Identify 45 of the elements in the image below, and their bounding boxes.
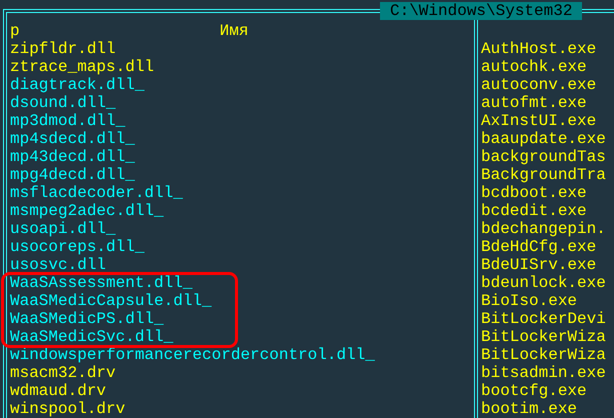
file-name[interactable]: winspool.drv	[10, 400, 126, 418]
column-header[interactable]: Имя	[220, 22, 248, 40]
file-name[interactable]: usocoreps.dll_	[10, 238, 144, 256]
file-name[interactable]: BitLockerDevi	[481, 310, 606, 328]
file-name[interactable]: usosvc.dll	[10, 256, 106, 274]
file-name[interactable]: mp4sdecd.dll_	[10, 130, 135, 148]
file-name[interactable]: usoapi.dll_	[10, 220, 116, 238]
file-name[interactable]: bitsadmin.exe	[481, 364, 606, 382]
file-name[interactable]: BackgroundTra	[481, 166, 606, 184]
file-name[interactable]: baaupdate.exe	[481, 130, 606, 148]
file-name[interactable]: WaaSMedicPS.dll_	[10, 310, 164, 328]
file-name[interactable]: msflacdecoder.dll_	[10, 184, 183, 202]
file-name[interactable]: ztrace_maps.dll	[10, 58, 154, 76]
file-name[interactable]: BitLockerWiza	[481, 346, 606, 364]
file-name[interactable]: bcdedit.exe	[481, 202, 587, 220]
file-name[interactable]: autofmt.exe	[481, 94, 587, 112]
file-name[interactable]: BitLockerWiza	[481, 328, 606, 346]
file-name[interactable]: bootim.exe	[481, 400, 578, 418]
file-name[interactable]: dsound.dll_	[10, 94, 116, 112]
file-name[interactable]: backgroundTas	[481, 148, 606, 166]
file-name[interactable]: mpg4decd.dll_	[10, 166, 135, 184]
file-name[interactable]: zipfldr.dll	[10, 40, 116, 58]
file-name[interactable]: BdeHdCfg.exe	[481, 238, 596, 256]
file-name[interactable]: BdeUISrv.exe	[481, 256, 596, 274]
file-name[interactable]: AuthHost.exe	[481, 40, 596, 58]
file-name[interactable]: bootcfg.exe	[481, 382, 587, 400]
file-name[interactable]: WaaSAssessment.dll_	[10, 274, 192, 292]
file-name[interactable]: bdeunlock.exe	[481, 274, 606, 292]
file-name[interactable]: mp3dmod.dll_	[10, 112, 126, 130]
file-name[interactable]: bcdboot.exe	[481, 184, 587, 202]
file-name[interactable]: msmpeg2adec.dll_	[10, 202, 164, 220]
file-name[interactable]: WaaSMedicSvc.dll_	[10, 328, 174, 346]
file-name[interactable]: bdechangepin.	[481, 220, 606, 238]
sort-mark: p	[10, 22, 20, 40]
file-name[interactable]: msacm32.drv	[10, 364, 116, 382]
path-title: C:\Windows\System32	[380, 2, 582, 20]
file-name[interactable]: windowsperformancerecordercontrol.dll_	[10, 346, 375, 364]
file-name[interactable]: wdmaud.drv	[10, 382, 106, 400]
file-name[interactable]: diagtrack.dll_	[10, 76, 144, 94]
file-name[interactable]: WaaSMedicCapsule.dll_	[10, 292, 212, 310]
file-name[interactable]: BioIso.exe	[481, 292, 578, 310]
file-name[interactable]: AxInstUI.exe	[481, 112, 596, 130]
file-name[interactable]: mp43decd.dll_	[10, 148, 135, 166]
file-name[interactable]: autochk.exe	[481, 58, 587, 76]
file-name[interactable]: autoconv.exe	[481, 76, 596, 94]
